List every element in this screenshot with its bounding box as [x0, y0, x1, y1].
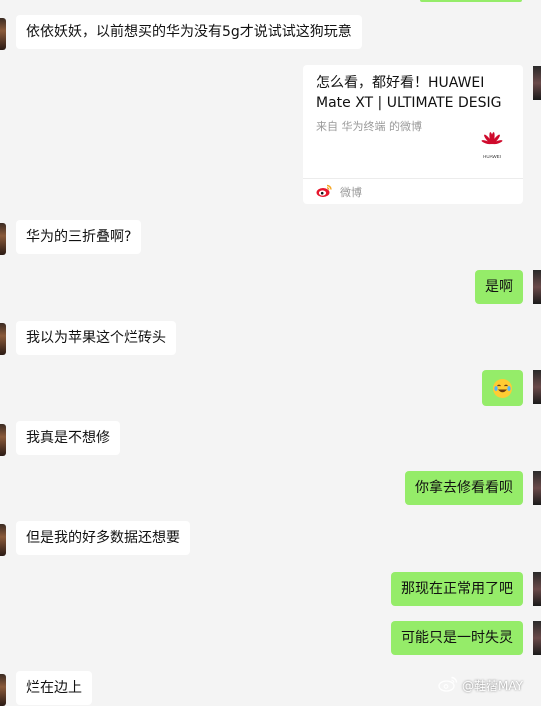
incoming-message-bubble[interactable]: 我以为苹果这个烂砖头 — [16, 321, 176, 355]
contact-avatar[interactable] — [0, 424, 6, 456]
message-text: 依依妖妖，以前想买的华为没有5g才说试试这狗玩意 — [26, 24, 352, 40]
message-text: 你拿去修看看呗 — [415, 480, 513, 496]
huawei-logo-text: HUAWEI — [483, 154, 501, 159]
my-avatar[interactable] — [533, 370, 541, 404]
message-text: 我以为苹果这个烂砖头 — [26, 330, 166, 346]
card-source: 来自 华为终端 的微博 — [316, 120, 422, 133]
contact-avatar[interactable] — [0, 323, 6, 355]
weibo-watermark-icon — [438, 676, 458, 695]
card-divider — [303, 178, 523, 179]
message-text: 是啊 — [485, 279, 513, 295]
contact-avatar[interactable] — [0, 524, 6, 556]
message-text: 那现在正常用了吧 — [401, 581, 513, 597]
my-avatar[interactable] — [533, 471, 541, 505]
message-text: 华为的三折叠啊? — [26, 229, 132, 245]
message-text: 烂在边上 — [26, 680, 82, 696]
outgoing-message-bubble[interactable]: 那现在正常用了吧 — [391, 572, 523, 606]
message-text: 我真是不想修 — [26, 430, 110, 446]
outgoing-message-bubble[interactable]: 可能只是一时失灵 — [391, 621, 523, 655]
weibo-icon — [316, 183, 332, 202]
previous-outgoing-bubble-edge — [420, 0, 522, 2]
weibo-watermark: @鞋蓿MAY — [438, 676, 523, 695]
card-footer-label: 微博 — [340, 186, 362, 199]
contact-avatar[interactable] — [0, 223, 6, 255]
message-text: 可能只是一时失灵 — [401, 630, 513, 646]
contact-avatar[interactable] — [0, 18, 6, 50]
outgoing-message-bubble[interactable]: 是啊 — [475, 270, 523, 304]
message-text: 但是我的好多数据还想要 — [26, 530, 180, 546]
weibo-link-card[interactable]: 怎么看，都好看！HUAWEI Mate XT | ULTIMATE DESIG … — [303, 65, 523, 204]
huawei-logo-icon: HUAWEI — [477, 131, 507, 159]
my-avatar[interactable] — [533, 270, 541, 304]
incoming-message-bubble[interactable]: 依依妖妖，以前想买的华为没有5g才说试试这狗玩意 — [16, 15, 362, 49]
my-avatar[interactable] — [533, 66, 541, 100]
incoming-message-bubble[interactable]: 烂在边上 — [16, 671, 92, 705]
incoming-message-bubble[interactable]: 华为的三折叠啊? — [16, 220, 142, 254]
my-avatar[interactable] — [533, 572, 541, 606]
card-footer: 微博 — [316, 183, 362, 201]
watermark-handle: @鞋蓿MAY — [462, 679, 523, 693]
outgoing-message-bubble[interactable]: 你拿去修看看呗 — [405, 471, 523, 505]
my-avatar[interactable] — [533, 621, 541, 655]
contact-avatar[interactable] — [0, 674, 6, 706]
card-title: 怎么看，都好看！HUAWEI Mate XT | ULTIMATE DESIG — [316, 75, 502, 111]
incoming-message-bubble[interactable]: 我真是不想修 — [16, 421, 120, 455]
outgoing-emoji-bubble[interactable] — [482, 370, 523, 406]
laughing-tears-emoji-icon — [493, 378, 512, 398]
incoming-message-bubble[interactable]: 但是我的好多数据还想要 — [16, 521, 190, 555]
